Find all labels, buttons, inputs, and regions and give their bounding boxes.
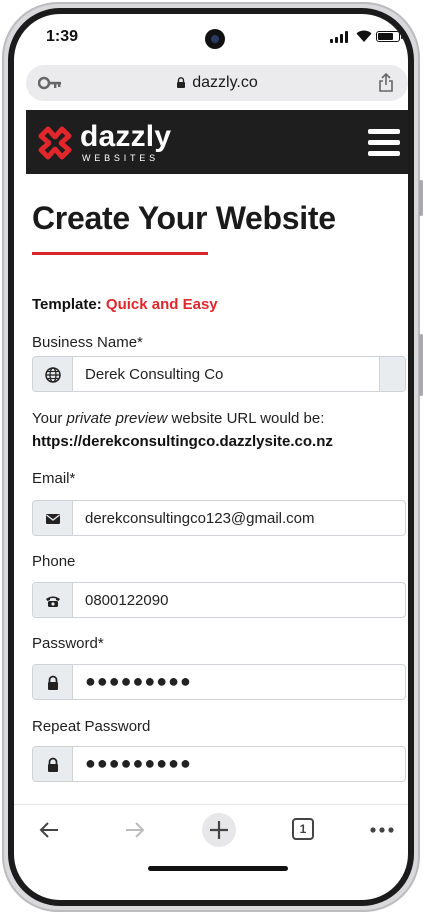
business-name-label: Business Name* <box>32 334 143 351</box>
forward-button[interactable] <box>110 805 160 855</box>
repeat-password-value: ●●●●●●●●● <box>85 753 192 773</box>
repeat-password-field[interactable]: ●●●●●●●●● <box>32 746 406 782</box>
tab-count: 1 <box>292 818 314 840</box>
password-field[interactable]: ●●●●●●●●● <box>32 664 406 700</box>
business-name-addon <box>33 357 73 391</box>
tabs-button[interactable]: 1 <box>278 805 328 855</box>
phone-value: 0800122090 <box>85 592 169 609</box>
page-title: Create Your Website <box>32 200 336 236</box>
preview-url: https://derekconsultingco.dazzlysite.co.… <box>32 433 333 450</box>
address-bar[interactable]: dazzly.co <box>26 65 408 101</box>
front-camera-icon <box>205 29 225 49</box>
url-display[interactable]: dazzly.co <box>26 74 408 92</box>
password-label: Password* <box>32 635 104 652</box>
email-value: derekconsultingco123@gmail.com <box>85 510 315 527</box>
phone-label: Phone <box>32 553 76 570</box>
menu-icon[interactable] <box>368 129 400 157</box>
signal-icon <box>330 31 352 43</box>
arrow-left-icon <box>39 822 58 838</box>
envelope-icon <box>46 514 60 524</box>
phone-icon <box>46 596 60 607</box>
status-time: 1:39 <box>46 28 79 45</box>
lock-icon <box>48 675 58 690</box>
title-underline <box>32 252 208 255</box>
volume-button <box>419 180 423 216</box>
logo-icon[interactable] <box>36 124 74 162</box>
wifi-icon <box>356 30 372 42</box>
repeat-password-addon <box>33 747 73 781</box>
template-line: Template: Quick and Easy <box>32 296 218 313</box>
email-field[interactable]: derekconsultingco123@gmail.com <box>32 500 406 536</box>
email-addon <box>33 501 73 535</box>
browser-toolbar: 1 <box>14 804 408 854</box>
template-value: Quick and Easy <box>105 296 218 313</box>
password-addon <box>33 665 73 699</box>
share-icon[interactable] <box>378 73 394 93</box>
phone-field[interactable]: 0800122090 <box>32 582 406 618</box>
globe-icon <box>45 367 61 383</box>
lock-icon <box>48 757 58 772</box>
email-label: Email* <box>32 470 76 487</box>
back-button[interactable] <box>24 805 74 855</box>
lock-icon <box>177 77 186 88</box>
more-dots-icon <box>370 827 394 833</box>
business-name-value: Derek Consulting Co <box>85 366 224 383</box>
phone-bezel: 1:39 dazzly.co dazzly WEBSITES Create Yo… <box>8 8 414 906</box>
logo-wordmark[interactable]: dazzly <box>80 120 171 154</box>
plus-icon <box>210 821 228 839</box>
phone-addon <box>33 583 73 617</box>
arrow-right-icon <box>126 822 145 838</box>
business-name-field[interactable]: Derek Consulting Co <box>32 356 406 392</box>
phone-frame: 1:39 dazzly.co dazzly WEBSITES Create Yo… <box>2 2 423 912</box>
new-tab-button[interactable] <box>194 805 244 855</box>
logo-subtitle: WEBSITES <box>82 153 159 163</box>
more-button[interactable] <box>356 805 406 855</box>
preview-text: Your private preview website URL would b… <box>32 410 325 427</box>
site-header: dazzly WEBSITES <box>26 110 408 174</box>
power-button <box>419 334 423 396</box>
signup-form: Create Your Website Template: Quick and … <box>26 174 408 804</box>
template-label: Template: <box>32 296 102 313</box>
url-text: dazzly.co <box>192 74 258 91</box>
home-indicator[interactable] <box>148 866 288 871</box>
screen: 1:39 dazzly.co dazzly WEBSITES Create Yo… <box>14 14 408 900</box>
battery-icon <box>376 31 403 42</box>
repeat-password-label: Repeat Password <box>32 718 151 735</box>
password-value: ●●●●●●●●● <box>85 671 192 691</box>
status-bar: 1:39 <box>14 14 408 58</box>
business-name-suffix <box>379 357 405 391</box>
